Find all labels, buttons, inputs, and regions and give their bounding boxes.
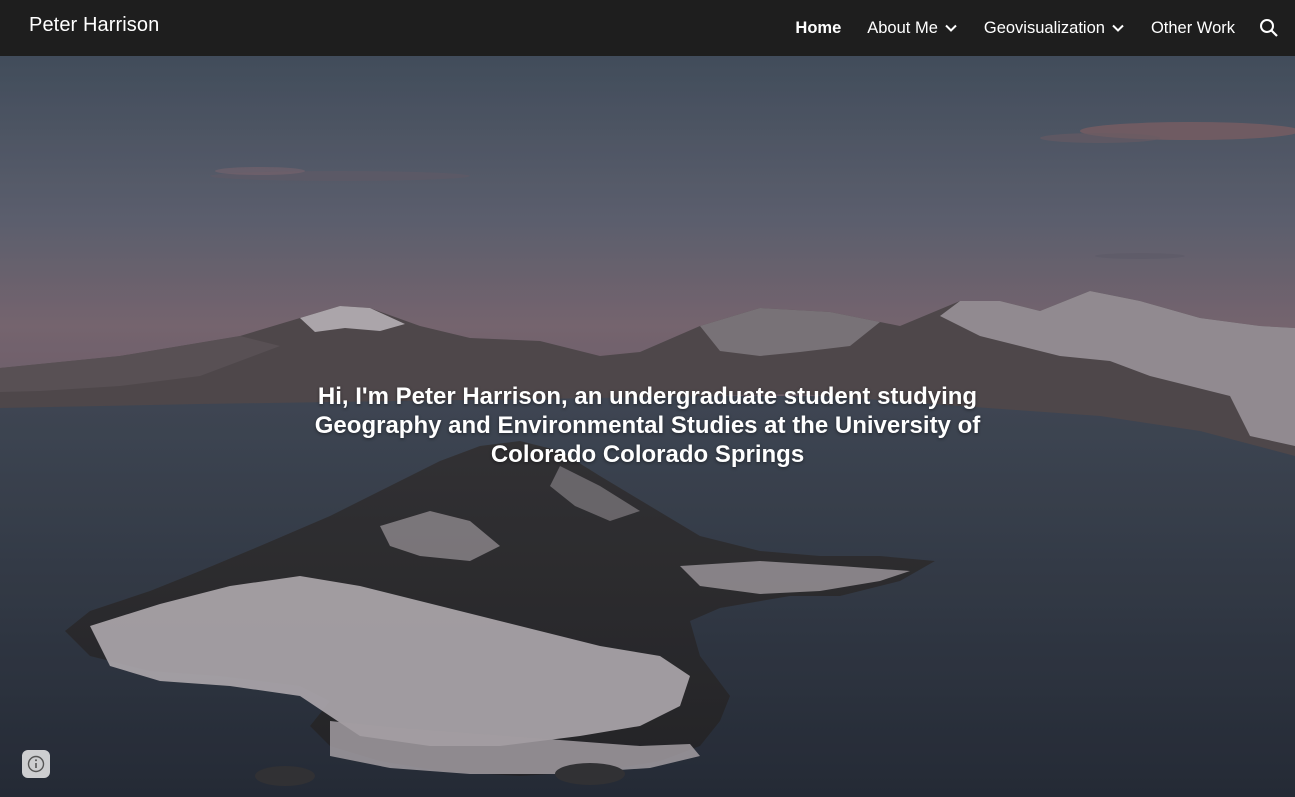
nav-item-about-me[interactable]: About Me [867, 19, 958, 38]
site-header: Peter Harrison Home About Me Geovisualiz… [0, 0, 1295, 56]
nav-item-label: Geovisualization [983, 18, 1105, 37]
hero-heading: Hi, I'm Peter Harrison, an undergraduate… [314, 383, 981, 468]
nav-item-other-work[interactable]: Other Work [1151, 19, 1235, 38]
site-title[interactable]: Peter Harrison [29, 14, 159, 37]
nav-item-label: Home [795, 18, 842, 37]
search-icon[interactable] [1257, 16, 1281, 40]
chevron-down-icon[interactable] [944, 21, 958, 35]
info-icon[interactable] [22, 750, 50, 778]
hero-section: Hi, I'm Peter Harrison, an undergraduate… [0, 56, 1295, 797]
nav-item-home[interactable]: Home [795, 19, 841, 38]
nav-item-label: Other Work [1150, 18, 1235, 37]
main-nav: Home About Me Geovisualization Other Wor… [769, 0, 1235, 56]
nav-item-geovisualization[interactable]: Geovisualization [984, 19, 1125, 38]
chevron-down-icon[interactable] [1111, 21, 1125, 35]
nav-item-label: About Me [867, 18, 938, 37]
